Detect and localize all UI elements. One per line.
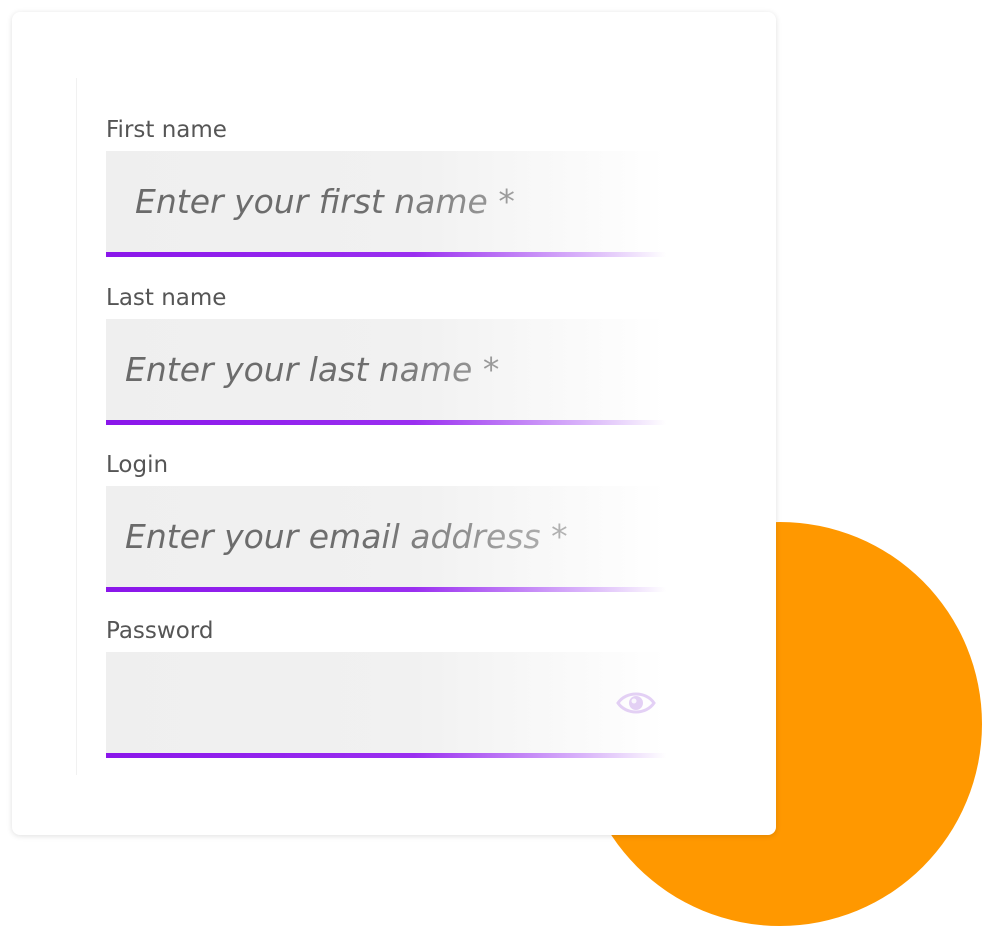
last-name-label: Last name	[106, 285, 227, 311]
card-divider	[76, 78, 77, 775]
last-name-input[interactable]: Enter your last name *	[106, 319, 666, 425]
screen: First name Enter your first name * Last …	[0, 0, 982, 930]
first-name-label: First name	[106, 117, 227, 143]
first-name-placeholder: Enter your first name *	[135, 151, 675, 252]
login-input[interactable]: Enter your email address *	[106, 486, 666, 592]
last-name-underline	[106, 420, 666, 425]
first-name-underline	[106, 252, 666, 257]
last-name-placeholder: Enter your last name *	[125, 319, 665, 420]
login-label: Login	[106, 452, 169, 478]
login-placeholder: Enter your email address *	[125, 486, 665, 587]
login-field: Login Enter your email address *	[106, 451, 666, 592]
password-value	[125, 652, 665, 753]
login-underline	[106, 587, 666, 592]
first-name-input[interactable]: Enter your first name *	[106, 151, 666, 257]
last-name-field: Last name Enter your last name *	[106, 284, 666, 425]
password-input[interactable]	[106, 652, 666, 758]
password-label: Password	[106, 618, 214, 644]
password-field: Password	[106, 617, 666, 758]
password-underline	[106, 753, 666, 758]
signup-form-card: First name Enter your first name * Last …	[12, 12, 776, 835]
eye-icon[interactable]	[616, 688, 656, 718]
first-name-field: First name Enter your first name *	[106, 116, 666, 257]
